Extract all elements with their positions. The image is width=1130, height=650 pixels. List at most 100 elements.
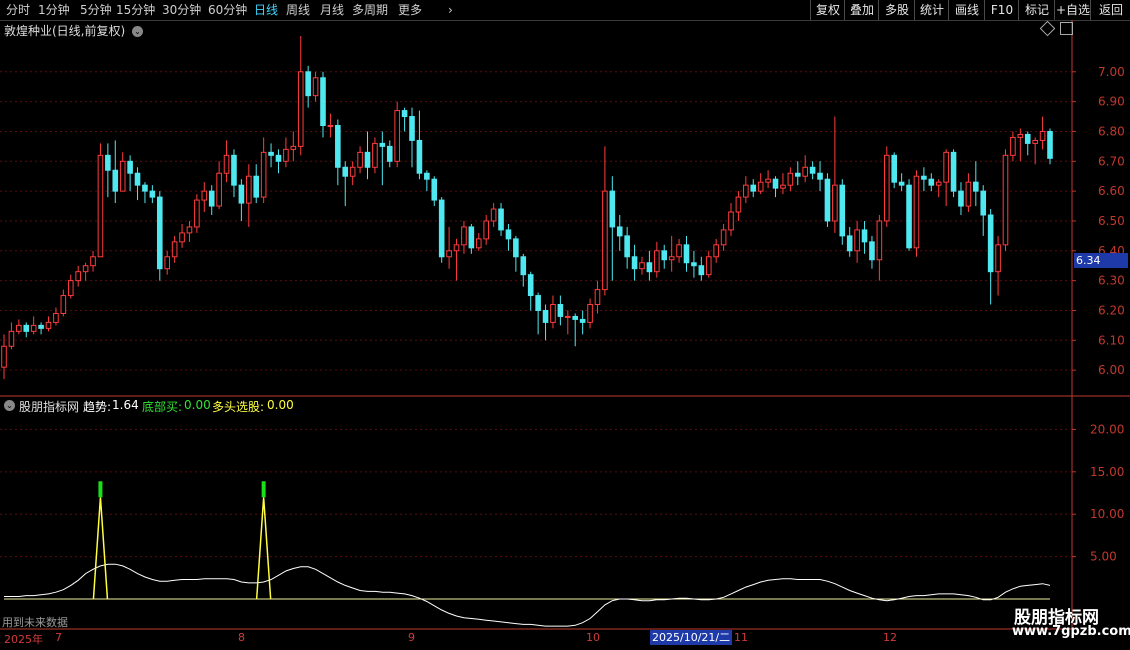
candle-body-up xyxy=(260,151,267,198)
candle-body-up xyxy=(602,190,608,291)
candle-body-down xyxy=(208,190,215,207)
bottom-buy-value: 0.00 xyxy=(184,398,211,412)
candle-body-down xyxy=(431,178,438,201)
candle-body-down xyxy=(846,235,853,252)
candle-body-up xyxy=(943,151,949,183)
candle-body-down xyxy=(231,154,237,186)
candle-body-down xyxy=(320,77,326,127)
candle-body-down xyxy=(401,110,408,118)
candle-body-up xyxy=(194,199,200,228)
candle-body-up xyxy=(720,229,727,246)
candle-body-down xyxy=(438,199,445,258)
candle-body-up xyxy=(119,160,126,192)
indicator-chevron-icon[interactable]: ⌄ xyxy=(4,398,15,412)
candle-body-up xyxy=(171,241,178,258)
candle-body-down xyxy=(557,304,564,317)
candle-body-up xyxy=(639,262,645,270)
candle-body-down xyxy=(980,190,987,216)
candle-body-up xyxy=(82,265,89,273)
price-tick-label: 6.50 xyxy=(1098,214,1125,228)
candle-body-up xyxy=(713,244,719,258)
candle-body-up xyxy=(75,271,81,282)
candle-body-down xyxy=(839,184,846,237)
candle-body-up xyxy=(854,229,860,252)
candle-body-up xyxy=(475,238,482,249)
signal-spike xyxy=(255,497,272,600)
trend-label: 趋势: xyxy=(83,400,112,414)
price-tick-label: 6.80 xyxy=(1098,124,1125,138)
candle-body-down xyxy=(520,256,527,276)
candle-body-up xyxy=(1032,139,1038,144)
candle-body-down xyxy=(869,241,875,261)
candle-body-up xyxy=(283,148,289,162)
candle-body-up xyxy=(67,280,74,297)
candle-body-down xyxy=(579,318,586,323)
price-tick-label: 6.00 xyxy=(1098,363,1125,377)
candle-body-down xyxy=(386,145,393,162)
year-label: 2025年 xyxy=(4,633,43,646)
candle-body-up xyxy=(705,256,712,276)
chevron-down-icon[interactable]: ⌄ xyxy=(132,26,144,37)
candle-body-down xyxy=(379,142,386,147)
candle-body-up xyxy=(550,304,556,323)
candle-body-down xyxy=(498,208,504,231)
indicator-tick-label: 5.00 xyxy=(1090,550,1117,564)
month-label-11: 11 xyxy=(734,631,748,644)
candle-body-up xyxy=(587,304,593,323)
candle-body-down xyxy=(958,190,964,207)
indicator-tick-label: 10.00 xyxy=(1090,507,1124,521)
selected-date-label: 2025/10/21/二 xyxy=(650,630,733,645)
candle-body-up xyxy=(668,256,675,261)
candle-body-down xyxy=(1024,133,1031,144)
candle-body-up xyxy=(490,208,497,222)
candle-body-up xyxy=(164,256,171,270)
candle-body-down xyxy=(513,238,519,258)
candle-body-down xyxy=(23,324,30,332)
candle-body-up xyxy=(179,232,185,243)
month-label-12: 12 xyxy=(883,631,897,644)
candle-body-down xyxy=(691,262,697,267)
month-label-8: 8 xyxy=(238,631,245,644)
candle-body-up xyxy=(883,154,890,222)
candle-body-up xyxy=(594,289,601,306)
kline-chart: 7.006.906.806.706.606.506.406.306.206.10… xyxy=(0,20,1130,630)
candle-body-up xyxy=(97,154,104,258)
signal-spike-cap xyxy=(98,481,103,498)
candle-body-down xyxy=(824,178,831,222)
candle-body-up xyxy=(372,142,378,168)
candle-body-down xyxy=(424,172,430,180)
candle-body-up xyxy=(216,172,222,207)
candle-body-up xyxy=(787,172,794,186)
price-tick-label: 6.20 xyxy=(1098,303,1125,317)
candle-body-up xyxy=(223,154,230,174)
price-tick-label: 6.30 xyxy=(1098,274,1125,288)
candle-body-up xyxy=(16,324,22,332)
candle-body-down xyxy=(342,166,349,177)
future-data-note: 用到未来数据 xyxy=(2,616,68,629)
candle-body-down xyxy=(973,181,979,192)
price-tick-label: 6.90 xyxy=(1098,95,1125,109)
indicator-name[interactable]: 股朋指标网 xyxy=(19,398,79,415)
candle-body-up xyxy=(1039,130,1046,141)
candle-body-down xyxy=(335,125,341,168)
candle-body-up xyxy=(394,110,400,162)
candle-body-up xyxy=(965,181,972,207)
candle-body-down xyxy=(698,265,705,276)
trend-value: 1.64 xyxy=(112,398,139,412)
candle-body-down xyxy=(750,184,757,192)
candle-body-down xyxy=(505,229,512,240)
candle-body-up xyxy=(935,181,942,186)
panel-toggle-icon[interactable] xyxy=(1060,22,1073,35)
candle-body-down xyxy=(142,184,148,192)
candle-body-up xyxy=(1017,133,1024,138)
current-price-tag: 6.34 xyxy=(1074,253,1128,268)
candle-body-down xyxy=(987,214,994,273)
candle-body-down xyxy=(1047,130,1053,159)
candle-body-down xyxy=(891,154,898,183)
month-label-7: 7 xyxy=(55,631,62,644)
candle-body-down xyxy=(906,184,912,249)
candle-body-down xyxy=(950,151,957,192)
candle-body-down xyxy=(772,178,779,189)
candle-body-down xyxy=(646,262,653,273)
candle-body-down xyxy=(409,116,415,141)
